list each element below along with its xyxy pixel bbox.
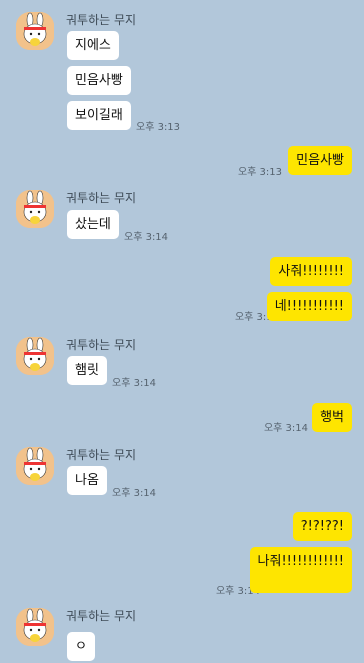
muzi-avatar-icon[interactable] [16, 190, 54, 228]
muzi-avatar-icon[interactable] [16, 12, 54, 50]
message-bubble[interactable]: 행벅 [312, 403, 352, 432]
sender-name: 궈투하는 무지 [66, 448, 137, 462]
message-timestamp: 오후 3:14 [124, 232, 169, 243]
message-bubble[interactable]: 사줘!!!!!!!! [270, 257, 352, 286]
message-bubble[interactable]: 나줘!!!!!!!!!!!! [249, 547, 352, 593]
message-timestamp: 오후 3:14 [263, 423, 308, 434]
chat-window[interactable]: 궈투하는 무지 지에스 민음사빵 보이길래 오후 3:13 오후 3:13 민음… [0, 0, 364, 663]
message-bubble[interactable]: 민음사빵 [67, 66, 131, 95]
message-bubble[interactable]: ?!?!??! [292, 512, 352, 541]
message-timestamp: 오후 3:13 [136, 122, 181, 133]
muzi-avatar-icon[interactable] [16, 337, 54, 375]
message-bubble[interactable]: ㅇ [67, 632, 95, 661]
message-bubble[interactable]: 햄릿 [67, 356, 107, 385]
sender-name: 궈투하는 무지 [66, 609, 137, 623]
sender-name: 궈투하는 무지 [66, 13, 137, 27]
message-timestamp: 오후 3:13 [237, 167, 282, 178]
message-bubble[interactable]: 보이길래 [67, 101, 131, 130]
sender-name: 궈투하는 무지 [66, 338, 137, 352]
muzi-avatar-icon[interactable] [16, 608, 54, 646]
message-bubble[interactable]: 네!!!!!!!!!!! [266, 292, 352, 321]
message-timestamp: 오후 3:14 [112, 378, 157, 389]
message-bubble[interactable]: 지에스 [67, 31, 119, 60]
message-bubble[interactable]: 나옴 [67, 466, 107, 495]
message-bubble[interactable]: 민음사빵 [288, 146, 352, 175]
muzi-avatar-icon[interactable] [16, 447, 54, 485]
message-timestamp: 오후 3:14 [112, 488, 157, 499]
message-bubble[interactable]: 샀는데 [67, 210, 119, 239]
sender-name: 궈투하는 무지 [66, 191, 137, 205]
